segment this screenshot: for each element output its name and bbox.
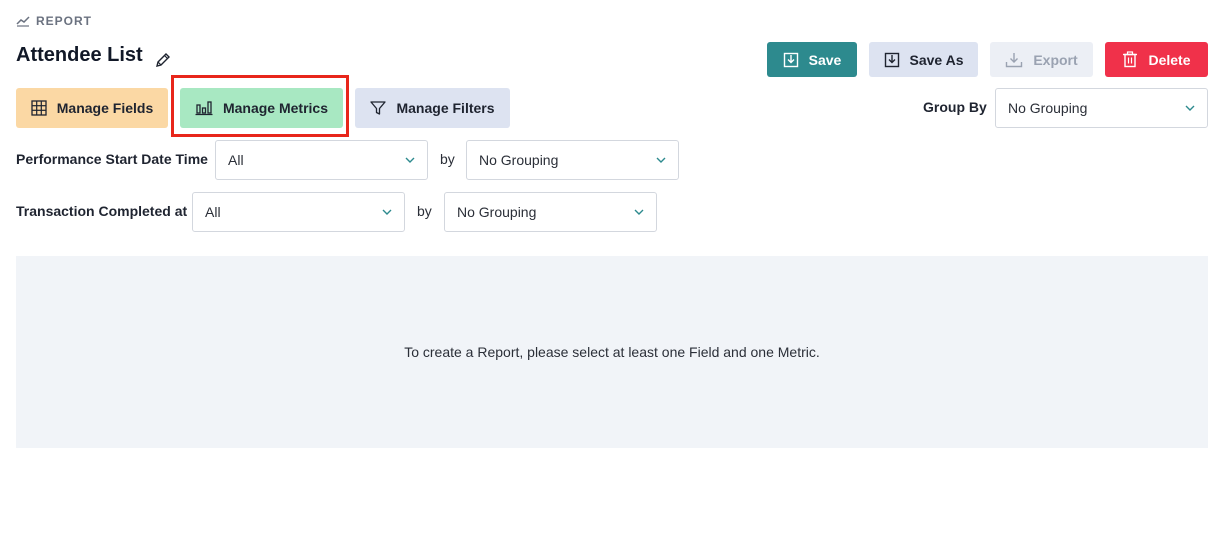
chevron-down-icon	[656, 157, 666, 163]
filter-grouping-select[interactable]: No Grouping	[444, 192, 657, 232]
report-empty-state: To create a Report, please select at lea…	[16, 256, 1208, 448]
save-label: Save	[808, 51, 842, 68]
filter-grouping-select[interactable]: No Grouping	[466, 140, 679, 180]
highlight-box	[171, 75, 349, 137]
save-icon	[783, 52, 798, 67]
grid-icon	[31, 100, 47, 116]
manage-filters-label: Manage Filters	[396, 100, 495, 116]
chevron-down-icon	[382, 209, 392, 215]
manage-fields-button[interactable]: Manage Fields	[16, 88, 168, 128]
save-as-label: Save As	[909, 51, 964, 68]
manage-fields-label: Manage Fields	[56, 100, 154, 116]
filter-grouping-value: No Grouping	[457, 204, 537, 220]
filter-label: Transaction Completed at	[16, 203, 188, 219]
filter-date-value: All	[205, 204, 221, 220]
filter-date-select[interactable]: All	[215, 140, 428, 180]
chevron-down-icon	[1185, 105, 1195, 111]
chevron-down-icon	[634, 209, 644, 215]
save-as-button[interactable]: Save As	[869, 42, 978, 77]
breadcrumb: REPORT	[16, 14, 92, 28]
group-by-value: No Grouping	[1008, 100, 1088, 116]
chevron-down-icon	[405, 157, 415, 163]
by-label: by	[417, 203, 432, 219]
manage-filters-button[interactable]: Manage Filters	[355, 88, 510, 128]
pencil-icon[interactable]	[155, 52, 171, 68]
group-by-select[interactable]: No Grouping	[995, 88, 1208, 128]
export-button[interactable]: Export	[990, 42, 1093, 77]
page-title: Attendee List	[16, 44, 143, 66]
filter-date-select[interactable]: All	[192, 192, 405, 232]
trash-icon	[1123, 51, 1138, 68]
download-icon	[1006, 52, 1023, 67]
filter-date-value: All	[228, 152, 244, 168]
export-label: Export	[1033, 51, 1078, 68]
save-as-icon	[884, 52, 899, 67]
group-by-label: Group By	[923, 99, 987, 115]
save-button[interactable]: Save	[767, 42, 857, 77]
delete-label: Delete	[1148, 51, 1191, 68]
filter-label: Performance Start Date Time	[16, 151, 208, 167]
filter-icon	[370, 101, 387, 115]
empty-state-message: To create a Report, please select at lea…	[404, 344, 820, 360]
filter-grouping-value: No Grouping	[479, 152, 559, 168]
trend-line-icon	[16, 16, 30, 27]
breadcrumb-label: REPORT	[36, 14, 93, 28]
by-label: by	[440, 151, 455, 167]
delete-button[interactable]: Delete	[1105, 42, 1208, 77]
